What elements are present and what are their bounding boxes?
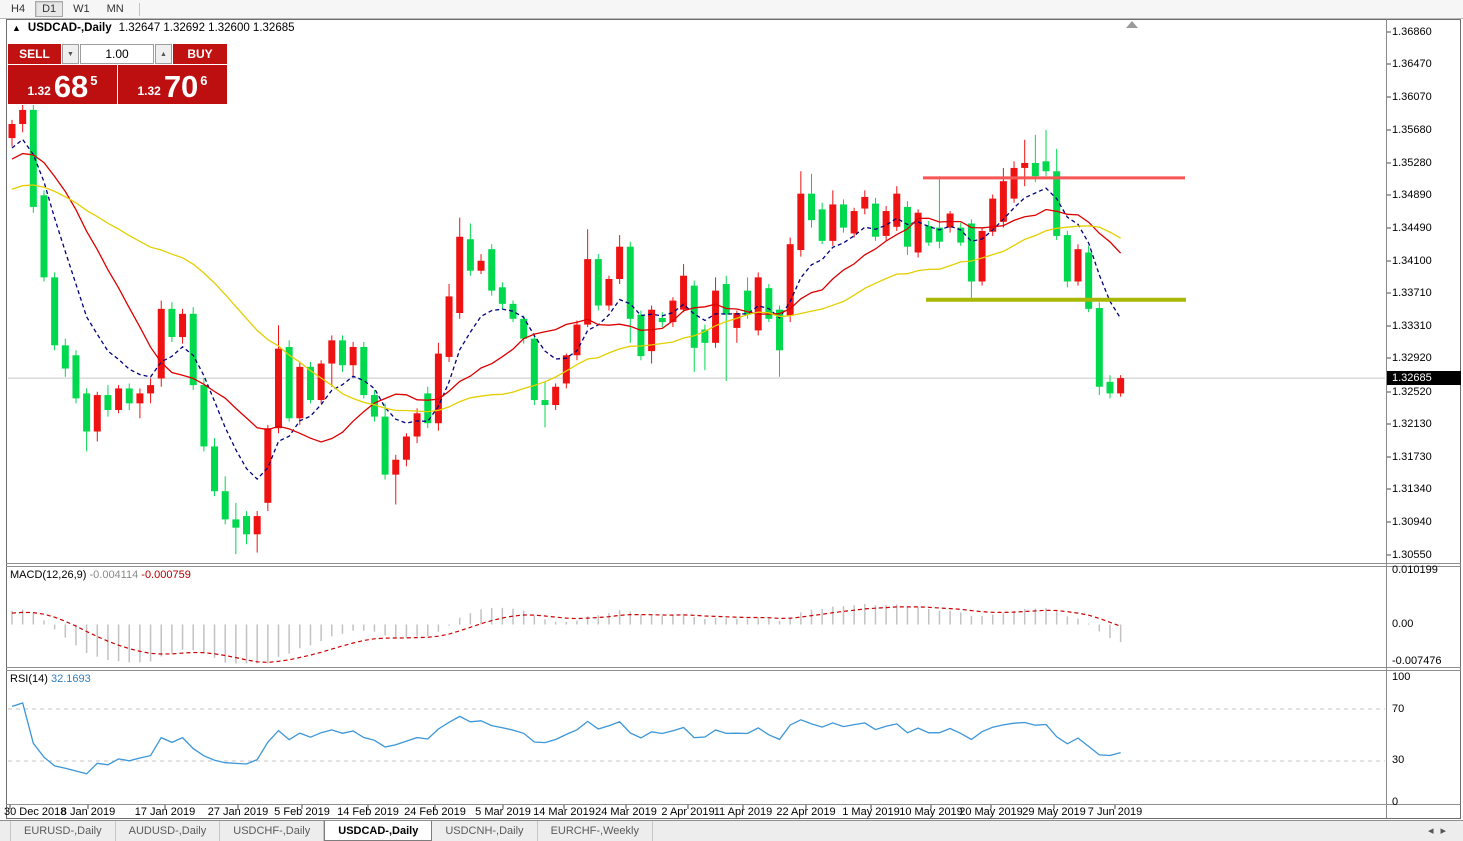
axis-tick-label: 1.36070 <box>1392 91 1432 103</box>
volume-decrease-button[interactable]: ▼ <box>62 44 79 64</box>
chart-canvas[interactable] <box>0 0 1463 841</box>
timeframe-toolbar: H4D1W1MN <box>0 0 1463 19</box>
date-tick-label: 14 Mar 2019 <box>533 806 595 818</box>
date-tick-label: 10 May 2019 <box>899 806 963 818</box>
date-tick-label: 29 May 2019 <box>1022 806 1086 818</box>
chart-tab-eurusd[interactable]: EURUSD-,Daily <box>10 821 116 841</box>
date-tick-label: 22 Apr 2019 <box>776 806 835 818</box>
chart-title: ▲ USDCAD-,Daily 1.32647 1.32692 1.32600 … <box>12 22 295 34</box>
axis-tick-label: 1.32920 <box>1392 352 1432 364</box>
axis-tick-label: 1.36470 <box>1392 58 1432 70</box>
rsi-name: RSI(14) <box>10 673 48 685</box>
buy-price-pip: 6 <box>200 73 207 88</box>
buy-price-button[interactable]: 1.32 70 6 <box>118 65 227 104</box>
main-macd-splitter[interactable] <box>6 563 1461 564</box>
date-tick-label: 24 Mar 2019 <box>595 806 657 818</box>
axis-tick-label: 1.30940 <box>1392 516 1432 528</box>
date-tick-label: 2 Apr 2019 <box>661 806 714 818</box>
timeframe-button-d1[interactable]: D1 <box>35 1 63 17</box>
price-axis-divider <box>1386 19 1387 818</box>
axis-tick-label: 70 <box>1392 703 1404 715</box>
timeframe-button-mn[interactable]: MN <box>100 1 131 17</box>
axis-tick-label: 100 <box>1392 671 1410 683</box>
date-tick-label: 30 Dec 2018 <box>4 806 66 818</box>
axis-tick-label: 0.00 <box>1392 618 1413 630</box>
axis-tick-label: 1.32130 <box>1392 418 1432 430</box>
sell-price-big: 68 <box>54 74 88 100</box>
chart-tab-bar: EURUSD-,DailyAUDUSD-,DailyUSDCHF-,DailyU… <box>0 820 1463 841</box>
main-macd-splitter-line <box>6 566 1461 567</box>
date-tick-label: 1 May 2019 <box>842 806 899 818</box>
axis-tick-label: 1.32520 <box>1392 386 1432 398</box>
volume-increase-button[interactable]: ▲ <box>155 44 172 64</box>
axis-tick-label: 1.34100 <box>1392 255 1432 267</box>
axis-tick-label: 30 <box>1392 754 1404 766</box>
macd-rsi-splitter-line <box>6 670 1461 671</box>
axis-tick-label: 1.34490 <box>1392 222 1432 234</box>
sell-price-pip: 5 <box>90 73 97 88</box>
date-tick-label: 11 Apr 2019 <box>714 806 773 818</box>
axis-tick-label: 1.33310 <box>1392 320 1432 332</box>
toolbar-separator <box>139 3 140 16</box>
date-tick-label: 20 May 2019 <box>959 806 1023 818</box>
collapse-triangle-icon[interactable]: ▲ <box>12 24 21 33</box>
axis-tick-label: 0.010199 <box>1392 564 1438 576</box>
axis-tick-label: 1.35280 <box>1392 157 1432 169</box>
buy-price-big: 70 <box>164 74 198 100</box>
date-axis-line <box>6 804 1461 805</box>
current-price-tag: 1.32685 <box>1387 371 1461 385</box>
date-tick-label: 5 Mar 2019 <box>475 806 531 818</box>
axis-tick-label: 1.33710 <box>1392 287 1432 299</box>
macd-main-value: -0.004114 <box>89 569 138 581</box>
rsi-value: 32.1693 <box>51 673 91 685</box>
axis-tick-label: 1.35680 <box>1392 124 1432 136</box>
macd-name: MACD(12,26,9) <box>10 569 86 581</box>
axis-tick-label: 0 <box>1392 796 1398 808</box>
date-tick-label: 24 Feb 2019 <box>404 806 466 818</box>
tab-scroll-right-icon[interactable]: ▸ <box>1440 825 1453 837</box>
date-tick-label: 14 Feb 2019 <box>337 806 399 818</box>
chart-tab-usdcnh[interactable]: USDCNH-,Daily <box>432 821 537 841</box>
axis-tick-label: -0.007476 <box>1392 655 1442 667</box>
axis-tick-label: 1.31730 <box>1392 451 1432 463</box>
date-tick-label: 17 Jan 2019 <box>135 806 196 818</box>
timeframe-button-w1[interactable]: W1 <box>66 1 97 17</box>
chart-tab-audusd[interactable]: AUDUSD-,Daily <box>116 821 221 841</box>
macd-signal-value: -0.000759 <box>141 569 191 581</box>
buy-button[interactable]: BUY <box>173 44 227 64</box>
axis-tick-label: 1.31340 <box>1392 483 1432 495</box>
date-tick-label: 7 Jun 2019 <box>1088 806 1142 818</box>
sell-price-button[interactable]: 1.32 68 5 <box>8 65 117 104</box>
chart-ohlc-readout: 1.32647 1.32692 1.32600 1.32685 <box>119 22 295 34</box>
rsi-indicator-label: RSI(14) 32.1693 <box>10 673 91 685</box>
buy-price-prefix: 1.32 <box>137 84 160 98</box>
date-tick-label: 8 Jan 2019 <box>61 806 115 818</box>
tab-scroll-arrows: ◂▸ <box>1428 824 1453 837</box>
chart-tab-usdchf[interactable]: USDCHF-,Daily <box>220 821 324 841</box>
one-click-trade-panel: SELL ▼ 1.00 ▲ BUY 1.32 68 5 1.32 70 6 <box>8 44 227 105</box>
date-tick-label: 27 Jan 2019 <box>208 806 269 818</box>
sell-button[interactable]: SELL <box>8 44 61 64</box>
macd-indicator-label: MACD(12,26,9) -0.004114 -0.000759 <box>10 569 191 581</box>
axis-tick-label: 1.36860 <box>1392 26 1432 38</box>
chart-shift-marker-icon[interactable] <box>1126 21 1138 28</box>
chart-tab-eurchf[interactable]: EURCHF-,Weekly <box>538 821 653 841</box>
chart-symbol-period: USDCAD-,Daily <box>28 22 112 34</box>
macd-rsi-splitter[interactable] <box>6 667 1461 668</box>
chart-tab-usdcad[interactable]: USDCAD-,Daily <box>324 821 432 841</box>
volume-input[interactable]: 1.00 <box>80 44 154 64</box>
axis-tick-label: 1.34890 <box>1392 189 1432 201</box>
trading-terminal: H4D1W1MN ▲ USDCAD-,Daily 1.32647 1.32692… <box>0 0 1463 841</box>
timeframe-button-h4[interactable]: H4 <box>4 1 32 17</box>
date-tick-label: 5 Feb 2019 <box>274 806 330 818</box>
volume-stepper: ▼ 1.00 ▲ <box>62 44 172 64</box>
axis-tick-label: 1.30550 <box>1392 549 1432 561</box>
sell-price-prefix: 1.32 <box>27 84 50 98</box>
tab-scroll-left-icon[interactable]: ◂ <box>1428 825 1441 837</box>
